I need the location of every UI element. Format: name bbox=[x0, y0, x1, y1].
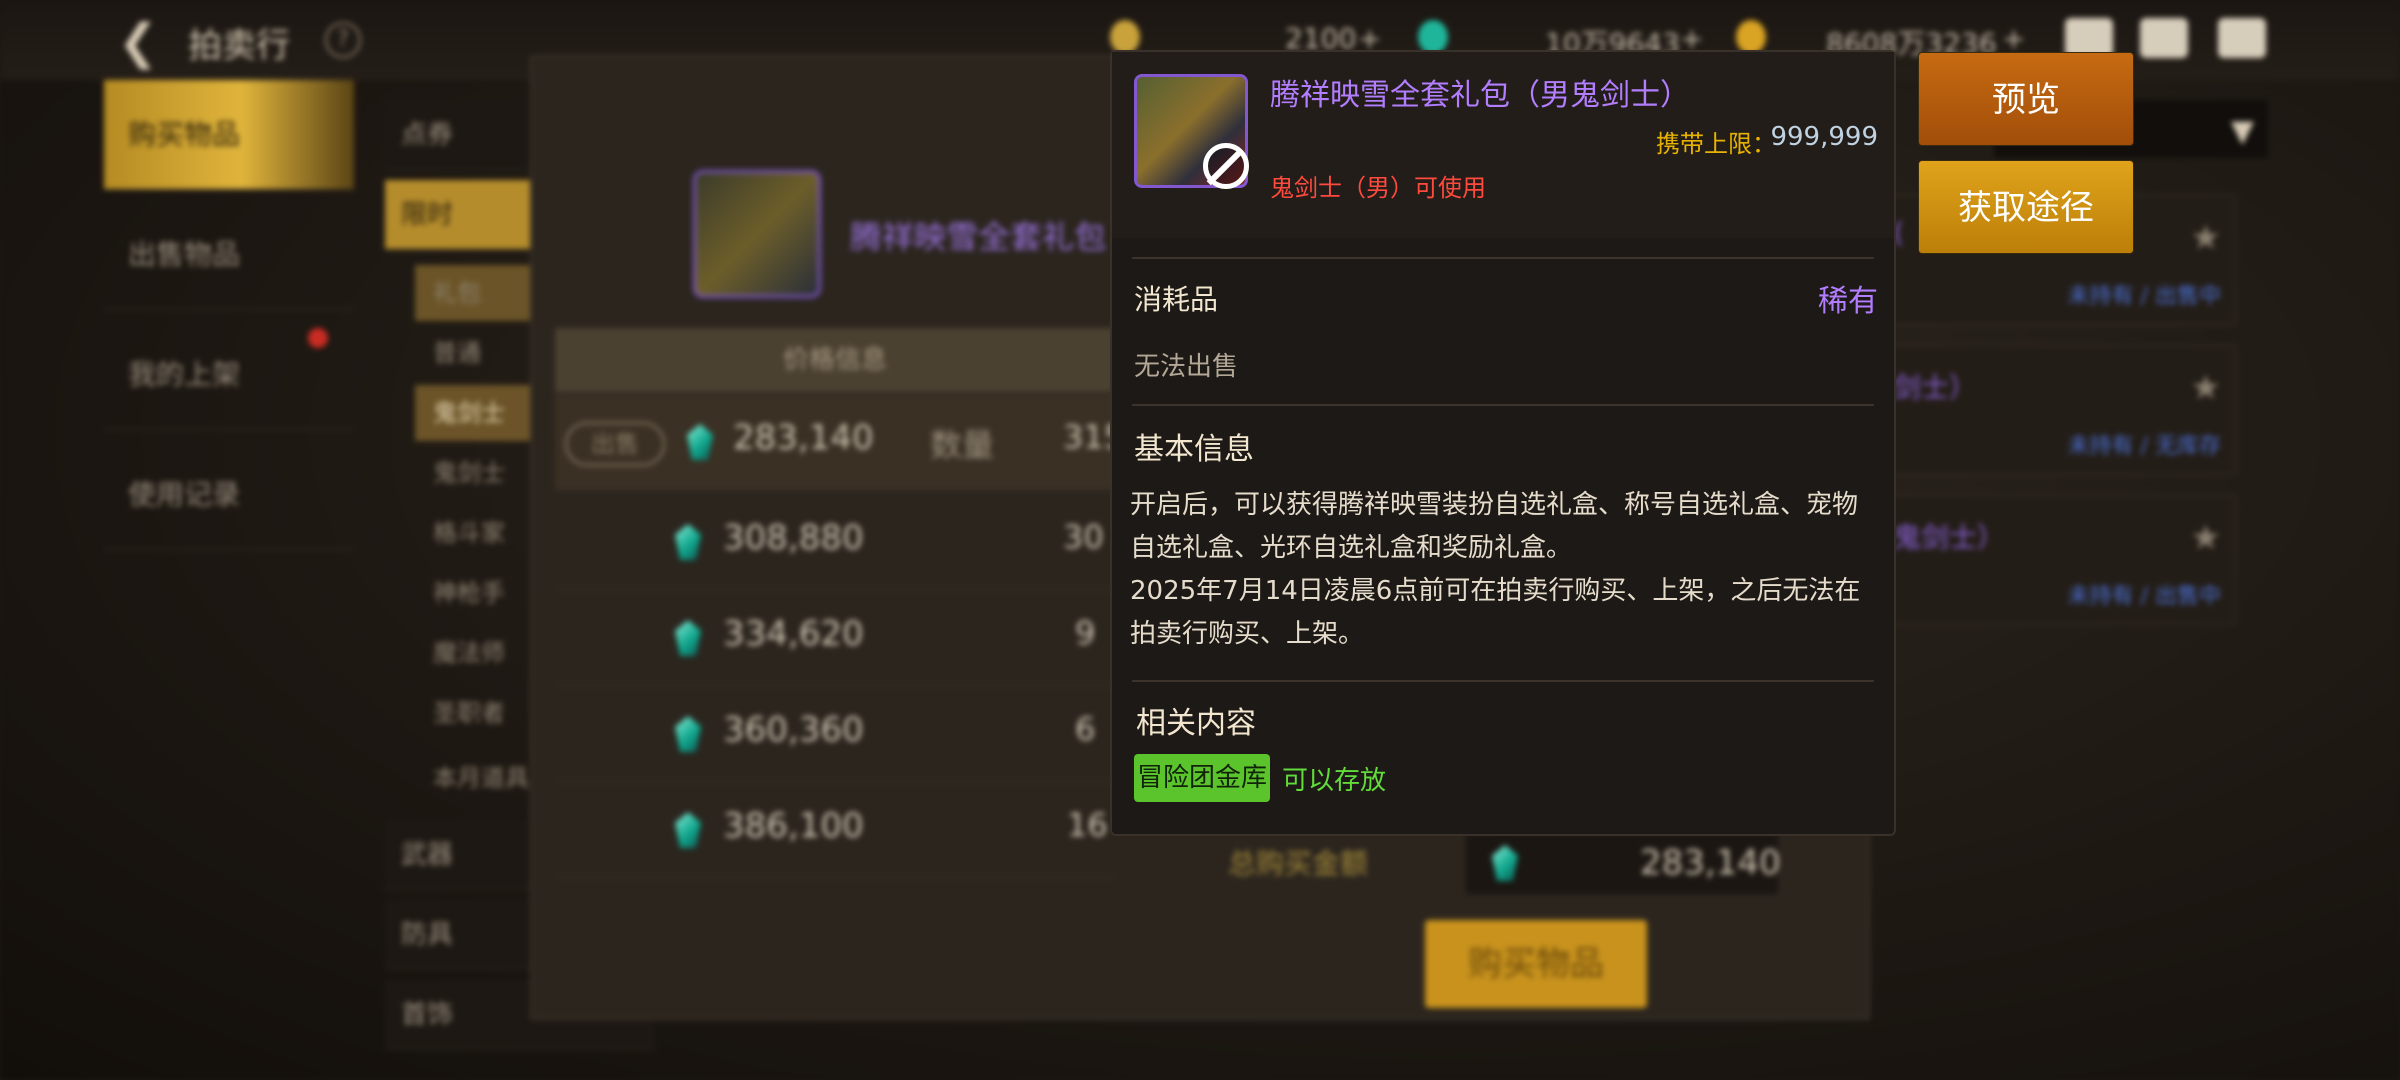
divider bbox=[1132, 404, 1874, 406]
buy-button[interactable]: 购买物品 bbox=[1425, 920, 1647, 1008]
star-icon[interactable]: ★ bbox=[2191, 368, 2221, 408]
favorite-status: 未持有 / 无库存 bbox=[2067, 434, 2221, 459]
mail-icon[interactable] bbox=[2140, 18, 2188, 58]
price-header: 价格信息 bbox=[555, 328, 1115, 392]
no-sell-text: 无法出售 bbox=[1134, 352, 1239, 382]
storage-value: 可以存放 bbox=[1282, 766, 1387, 796]
table-row[interactable]: 360,360 6 bbox=[555, 686, 1115, 782]
total-value: 283,140 bbox=[1640, 843, 1781, 883]
gem-icon bbox=[687, 424, 713, 460]
no-sell-icon bbox=[1203, 143, 1249, 189]
sidebar-item-buy[interactable]: 购买物品 bbox=[104, 80, 354, 190]
qty-value: 6 bbox=[1075, 710, 1096, 748]
item-icon bbox=[1134, 74, 1249, 189]
sell-tag: 出售 bbox=[565, 422, 665, 466]
item-tooltip: 腾祥映雪全套礼包（男鬼剑士） 携带上限： 999,999 鬼剑士（男）可使用 消… bbox=[1110, 50, 1896, 836]
gem-icon bbox=[675, 620, 701, 656]
favorite-name: 鬼剑士） bbox=[1893, 521, 2006, 554]
qty-value: 30 bbox=[1063, 518, 1104, 556]
item-rarity: 稀有 bbox=[1818, 284, 1878, 319]
item-type: 消耗品 bbox=[1134, 283, 1219, 316]
favorite-name: 剑士） bbox=[1893, 371, 1978, 404]
price-value: 308,880 bbox=[723, 518, 864, 558]
help-icon[interactable]: ? bbox=[325, 22, 361, 58]
qty-value: 16 bbox=[1067, 806, 1108, 844]
description-line: 开启后，可以获得腾祥映雪装扮自选礼盒、称号自选礼盒、宠物自选礼盒、光环自选礼盒和… bbox=[1130, 490, 1859, 563]
qty-label: 数量 bbox=[930, 426, 995, 464]
total-label: 总购买金额 bbox=[1228, 847, 1369, 880]
price-value: 334,620 bbox=[723, 614, 864, 654]
price-value: 386,100 bbox=[723, 806, 864, 846]
favorite-card[interactable]: 鬼剑士） ★ 未持有 / 出售中 bbox=[1882, 495, 2236, 625]
description-line: 2025年7月14日凌晨6点前可在拍卖行购买、上架，之后无法在拍卖行购买、上架。 bbox=[1130, 576, 1861, 649]
storage-tag: 冒险团金库 bbox=[1134, 754, 1270, 802]
item-name: 腾祥映雪全套礼包（ bbox=[850, 218, 1139, 256]
price-value: 283,140 bbox=[733, 418, 874, 458]
divider bbox=[1132, 680, 1874, 682]
moon-coin-icon bbox=[1110, 20, 1140, 54]
carry-limit-value: 999,999 bbox=[1770, 122, 1878, 152]
obtain-source-button[interactable]: 获取途径 bbox=[1918, 160, 2134, 254]
carry-limit-label: 携带上限： bbox=[1656, 130, 1776, 158]
gem-icon bbox=[675, 812, 701, 848]
page-title: 拍卖行 bbox=[188, 26, 290, 66]
preview-button[interactable]: 预览 bbox=[1918, 52, 2134, 146]
star-icon[interactable]: ★ bbox=[2191, 518, 2221, 558]
gem-icon bbox=[675, 524, 701, 560]
usable-class: 鬼剑士（男）可使用 bbox=[1270, 174, 1486, 202]
qty-value: 9 bbox=[1075, 614, 1096, 652]
related-heading: 相关内容 bbox=[1136, 706, 1256, 741]
notification-dot bbox=[308, 328, 328, 348]
gem-icon bbox=[1418, 20, 1448, 54]
divider bbox=[1132, 257, 1874, 259]
item-description: 开启后，可以获得腾祥映雪装扮自选礼盒、称号自选礼盒、宠物自选礼盒、光环自选礼盒和… bbox=[1130, 484, 1880, 656]
item-name: 腾祥映雪全套礼包（男鬼剑士） bbox=[1270, 78, 1690, 113]
sidebar: 购买物品 出售物品 我的上架 使用记录 bbox=[104, 80, 354, 1080]
table-row[interactable]: 出售 283,140 数量 315 bbox=[555, 394, 1124, 490]
table-row[interactable]: 308,880 30 bbox=[555, 494, 1115, 590]
add-gold-button[interactable]: + bbox=[2002, 22, 2025, 55]
favorite-status: 未持有 / 出售中 bbox=[2067, 584, 2221, 609]
favorite-card[interactable]: 剑士） ★ 未持有 / 无库存 bbox=[1882, 345, 2236, 475]
star-icon[interactable]: ★ bbox=[2191, 218, 2221, 258]
favorite-status: 未持有 / 出售中 bbox=[2067, 284, 2221, 309]
table-row[interactable]: 334,620 9 bbox=[555, 590, 1115, 686]
price-value: 360,360 bbox=[723, 710, 864, 750]
item-thumbnail bbox=[693, 170, 821, 298]
table-row[interactable]: 386,100 16 bbox=[555, 782, 1115, 878]
gem-icon bbox=[675, 716, 701, 752]
gold-coin-icon bbox=[1736, 20, 1766, 54]
sidebar-item-history[interactable]: 使用记录 bbox=[104, 440, 354, 550]
basic-info-heading: 基本信息 bbox=[1134, 432, 1254, 467]
sidebar-item-sell[interactable]: 出售物品 bbox=[104, 200, 354, 310]
triangle-down-icon: ▼ bbox=[2230, 114, 2254, 149]
chat-icon[interactable] bbox=[2218, 18, 2266, 58]
back-arrow-icon[interactable]: ❮ bbox=[118, 14, 158, 70]
